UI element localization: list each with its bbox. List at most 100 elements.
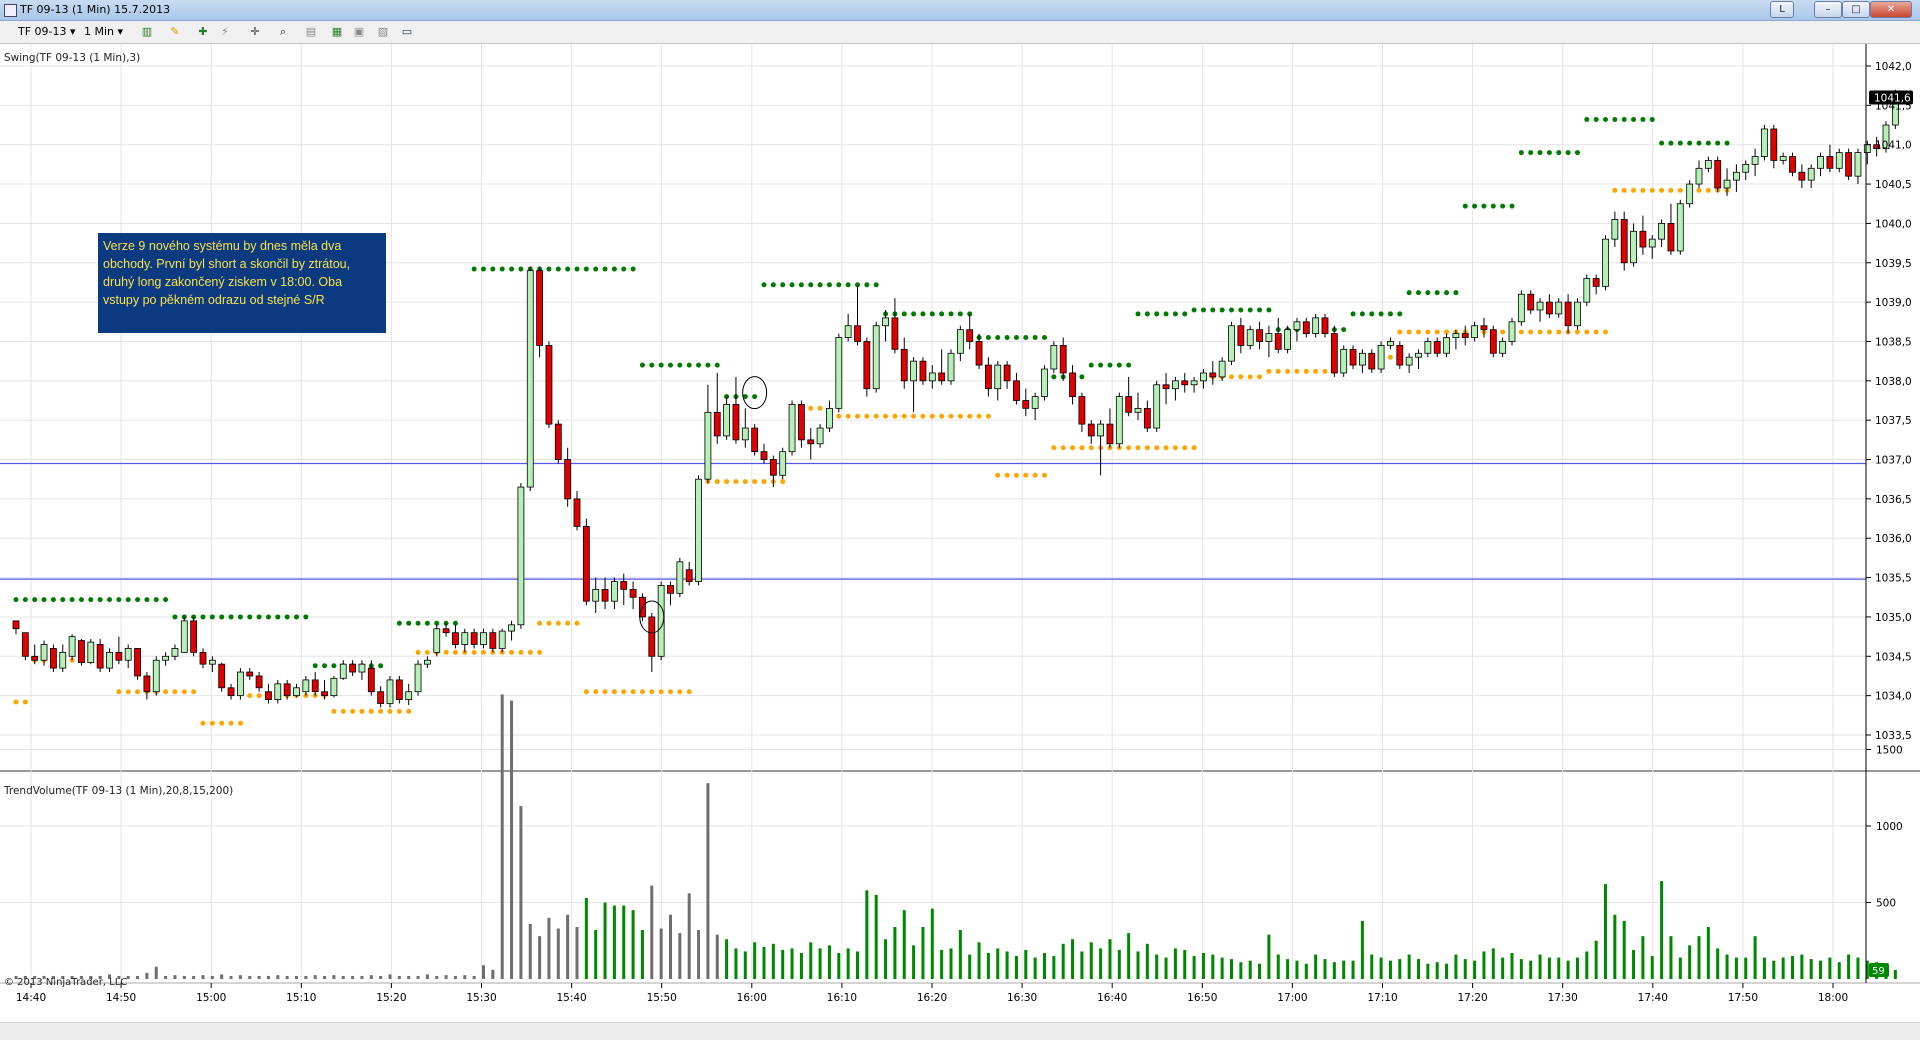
crosshair-icon[interactable]: ✛ xyxy=(248,25,262,39)
volume-bar xyxy=(1491,948,1495,979)
up-candle xyxy=(1517,293,1525,323)
zoom-icon[interactable]: ⌕ xyxy=(276,25,290,39)
down-candle xyxy=(582,526,590,602)
volume-bar xyxy=(612,905,616,979)
swing-low-dot xyxy=(742,479,748,485)
down-candle xyxy=(311,679,319,693)
up-candle xyxy=(723,404,730,437)
down-candle xyxy=(1162,384,1170,390)
down-candle xyxy=(50,648,57,669)
up-candle xyxy=(1742,163,1750,173)
swing-high-dot xyxy=(911,311,917,317)
volume-bar xyxy=(397,975,401,979)
chart-trader-icon[interactable]: ▭ xyxy=(400,25,414,39)
price-tick-label: 1039,0 xyxy=(1875,297,1912,309)
up-candle xyxy=(872,325,880,390)
swing-low-dot xyxy=(1574,329,1580,335)
volume-bar xyxy=(257,975,261,979)
swing-low-dot xyxy=(1593,329,1599,335)
properties-icon[interactable]: ▦ xyxy=(330,25,344,39)
swing-low-dot xyxy=(1182,445,1188,451)
add-indicator-icon[interactable]: ✚ xyxy=(196,25,210,39)
down-candle xyxy=(1003,364,1011,382)
down-candle xyxy=(891,317,899,350)
volume-bar xyxy=(1043,952,1046,979)
print-icon[interactable]: ▧ xyxy=(376,25,390,39)
horizontal-scrollbar[interactable] xyxy=(0,1022,1920,1040)
volume-bar xyxy=(1575,957,1579,979)
swing-high-dot xyxy=(1715,140,1721,146)
up-candle xyxy=(1284,329,1291,350)
up-candle xyxy=(695,478,702,582)
swing-high-dot xyxy=(1490,203,1496,209)
strategy-icon[interactable]: ⚡ xyxy=(218,25,232,39)
volume-bar xyxy=(1706,926,1710,979)
up-candle xyxy=(171,648,179,657)
down-candle xyxy=(489,632,497,649)
swing-low-dot xyxy=(1079,445,1085,451)
price-tick-label: 1038,5 xyxy=(1875,336,1912,348)
down-candle xyxy=(1059,345,1067,374)
swing-low-dot xyxy=(911,413,917,419)
swing-high-dot xyxy=(1266,307,1272,313)
up-candle xyxy=(1499,341,1507,354)
swing-low-dot xyxy=(1032,472,1038,478)
snapshot-icon[interactable]: ▣ xyxy=(352,25,366,39)
volume-bar xyxy=(1295,960,1299,979)
swing-high-dot xyxy=(1088,362,1094,368)
volume-bar xyxy=(1379,957,1383,979)
volume-bar xyxy=(1258,963,1262,979)
maximize-button[interactable]: □ xyxy=(1842,1,1870,18)
minimize-button[interactable]: – xyxy=(1814,1,1842,18)
down-candle xyxy=(769,459,777,476)
interval-selector[interactable]: 1 Min ▾ xyxy=(84,25,123,39)
swing-high-dot xyxy=(1238,307,1244,313)
swing-high-dot xyxy=(1004,335,1010,341)
down-candle xyxy=(1592,278,1600,287)
swing-low-dot xyxy=(1640,187,1646,193)
up-candle xyxy=(1648,238,1656,248)
volume-bar xyxy=(1230,959,1233,979)
swing-high-dot xyxy=(1640,117,1646,123)
close-button[interactable]: ✕ xyxy=(1870,1,1912,18)
swing-low-dot xyxy=(733,479,739,485)
swing-high-dot xyxy=(1593,117,1599,123)
time-tick-label: 18:00 xyxy=(1818,992,1848,1004)
volume-tick-label: 500 xyxy=(1876,898,1896,910)
up-candle xyxy=(1041,368,1048,397)
swing-low-dot xyxy=(845,413,851,419)
up-candle xyxy=(339,663,347,679)
layout-button[interactable]: L xyxy=(1770,1,1794,18)
volume-bar xyxy=(154,966,158,979)
swing-high-dot xyxy=(41,597,47,603)
volume-bar xyxy=(706,783,710,979)
swing-high-dot xyxy=(845,282,851,288)
swing-low-dot xyxy=(1387,354,1393,360)
swing-low-dot xyxy=(1434,329,1440,335)
volume-tick-label: 1500 xyxy=(1876,745,1903,757)
down-candle xyxy=(349,663,357,673)
up-candle xyxy=(1265,333,1273,342)
swing-low-dot xyxy=(228,720,234,726)
up-candle xyxy=(59,651,67,669)
instrument-selector[interactable]: TF 09-13 ▾ xyxy=(18,25,76,39)
volume-bar xyxy=(1005,951,1009,979)
down-candle xyxy=(536,270,543,346)
data-box-icon[interactable]: ▤ xyxy=(304,25,318,39)
swing-low-dot xyxy=(864,413,870,419)
down-candle xyxy=(732,404,740,441)
down-candle xyxy=(554,423,562,460)
draw-tool-icon[interactable]: ✎ xyxy=(168,25,182,39)
swing-high-dot xyxy=(658,362,664,368)
volume-bar xyxy=(1332,962,1336,979)
up-candle xyxy=(788,404,796,453)
time-tick-label: 16:10 xyxy=(827,992,857,1004)
time-tick-label: 17:30 xyxy=(1548,992,1578,1004)
annotation-note[interactable]: Verze 9 nového systému by dnes měla dva … xyxy=(98,233,386,333)
bar-type-icon[interactable]: ▥ xyxy=(140,25,154,39)
chart-area[interactable]: 1042,01041,51041,01040,51040,01039,51039… xyxy=(0,44,1920,1022)
up-candle xyxy=(1658,223,1665,240)
swing-high-dot xyxy=(864,282,870,288)
volume-bar xyxy=(1220,957,1224,979)
swing-high-dot xyxy=(817,282,823,288)
